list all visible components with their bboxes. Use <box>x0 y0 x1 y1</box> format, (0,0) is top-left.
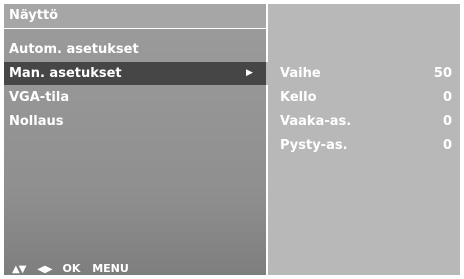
right-triangle-icon: ▶ <box>246 68 253 78</box>
menu-title: Näyttö <box>4 4 266 29</box>
param-row-pysty-as[interactable]: Pysty-as. 0 <box>280 134 452 157</box>
menu-item-autom-asetukset[interactable]: Autom. asetukset <box>4 38 266 61</box>
param-value: 0 <box>442 90 452 105</box>
param-value: 0 <box>442 114 452 129</box>
navigation-hint-bar: ▲▼ ◀▶ OK MENU <box>4 262 266 275</box>
up-down-arrows-icon: ▲▼ <box>12 264 26 275</box>
param-row-kello[interactable]: Kello 0 <box>280 86 452 109</box>
param-label: Vaaka-as. <box>280 114 352 129</box>
osd-menu-window: Näyttö Autom. asetukset Man. asetukset ▶… <box>4 4 460 275</box>
menu-hint: MENU <box>92 262 129 275</box>
ok-hint: OK <box>62 262 81 275</box>
param-row-vaihe[interactable]: Vaihe 50 <box>280 62 452 85</box>
menu-item-label: Autom. asetukset <box>9 42 139 57</box>
menu-item-nollaus[interactable]: Nollaus <box>4 110 266 133</box>
param-row-vaaka-as[interactable]: Vaaka-as. 0 <box>280 110 452 133</box>
param-label: Kello <box>280 90 317 105</box>
menu-item-label: Nollaus <box>9 114 64 129</box>
param-label: Pysty-as. <box>280 138 348 153</box>
submenu-connector <box>266 62 268 85</box>
menu-item-label: Man. asetukset <box>9 66 122 81</box>
param-label: Vaihe <box>280 66 321 81</box>
param-value: 0 <box>442 138 452 153</box>
menu-item-man-asetukset[interactable]: Man. asetukset ▶ <box>4 62 266 85</box>
menu-item-label: VGA-tila <box>9 90 70 105</box>
param-value: 50 <box>433 66 452 81</box>
left-right-arrows-icon: ◀▶ <box>37 264 53 275</box>
menu-item-vga-tila[interactable]: VGA-tila <box>4 86 266 109</box>
